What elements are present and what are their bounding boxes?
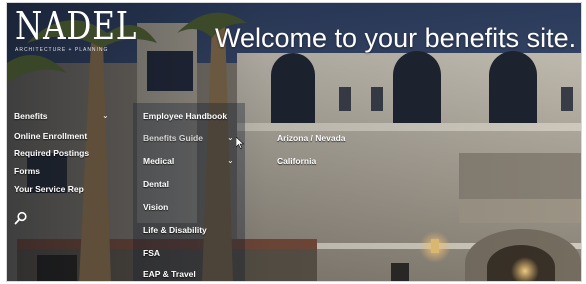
logo-tagline: ARCHITECTURE + PLANNING xyxy=(15,47,109,53)
mouse-cursor-icon xyxy=(236,137,244,149)
submenu-item-dental[interactable]: Dental xyxy=(143,179,169,189)
submenu-item-medical[interactable]: Medical xyxy=(143,156,174,166)
nav-item-forms[interactable]: Forms xyxy=(14,166,40,176)
guide-item-california[interactable]: California xyxy=(277,156,316,166)
hero-title: Welcome to your benefits site. xyxy=(215,23,577,53)
chevron-down-icon[interactable]: ⌄ xyxy=(227,156,234,165)
submenu-item-employee-handbook[interactable]: Employee Handbook xyxy=(143,111,227,121)
submenu-item-life-disability[interactable]: Life & Disability xyxy=(143,225,207,235)
search-icon[interactable] xyxy=(14,211,28,225)
submenu-item-vision[interactable]: Vision xyxy=(143,202,168,212)
nav-item-required-postings[interactable]: Required Postings xyxy=(14,148,89,158)
submenu-item-benefits-guide[interactable]: Benefits Guide xyxy=(143,133,203,143)
chevron-down-icon[interactable]: ⌄ xyxy=(227,133,234,142)
nav-item-your-service-rep[interactable]: Your Service Rep xyxy=(14,184,84,194)
guide-item-arizona-nevada[interactable]: Arizona / Nevada xyxy=(277,133,346,143)
nadel-logo[interactable]: NADEL ARCHITECTURE + PLANNING xyxy=(15,7,164,53)
logo-wordmark: NADEL xyxy=(15,4,138,48)
benefits-site-viewport: NADEL ARCHITECTURE + PLANNING Welcome to… xyxy=(6,2,582,282)
chevron-down-icon[interactable]: ⌄ xyxy=(102,111,109,120)
submenu-item-fsa[interactable]: FSA xyxy=(143,248,160,258)
nav-item-online-enrollment[interactable]: Online Enrollment xyxy=(14,131,87,141)
submenu-item-eap-travel[interactable]: EAP & Travel xyxy=(143,269,196,279)
nav-item-benefits[interactable]: Benefits xyxy=(14,111,48,121)
